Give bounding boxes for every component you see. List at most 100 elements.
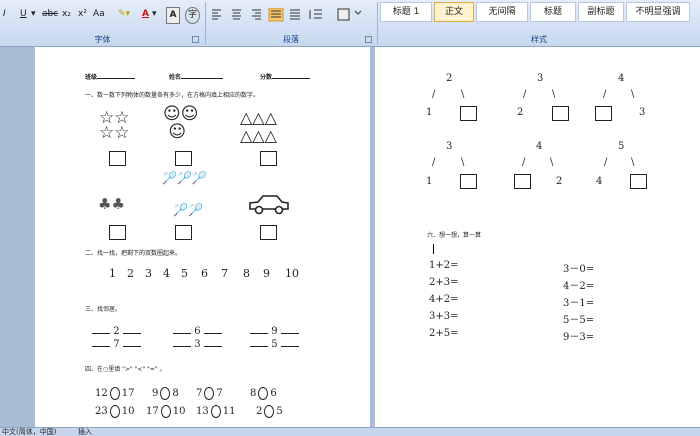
underline-dropdown[interactable]: ▾	[31, 7, 36, 22]
neighbor-blank: 3	[173, 339, 222, 350]
name-label: 姓名	[169, 72, 224, 81]
neighbor-blank: 2	[92, 326, 141, 337]
change-case-button[interactable]: Aa	[93, 7, 105, 22]
smiley-face-icons: ☺☺ ☺	[163, 104, 199, 142]
badminton-icons: 🏸🏸🏸	[162, 171, 207, 185]
compare-item: 86	[250, 387, 277, 400]
subscript-button[interactable]: x₂	[62, 7, 71, 22]
answer-box[interactable]	[109, 151, 126, 166]
tree-branch: \	[461, 89, 465, 100]
ribbon: I U ▾ abc x₂ x² Aa ✎▾ A ▾ A 字 字体 段落 标题 1…	[0, 0, 700, 47]
tree-branch: \	[461, 157, 465, 168]
font-group-label: 字体	[94, 35, 111, 44]
compare-item: 23 10	[95, 405, 135, 418]
badminton-icons: 🏸🏸	[173, 203, 203, 217]
equation-right: 3－1=	[563, 298, 595, 309]
tree-branch: /	[523, 89, 527, 100]
mushroom-icons: ♣♣	[98, 195, 125, 213]
equation-left: 4+2=	[429, 294, 459, 305]
answer-box[interactable]	[260, 225, 277, 240]
equation-right: 9－3=	[563, 332, 595, 343]
q2-number: 9	[263, 267, 270, 280]
answer-box[interactable]	[460, 174, 477, 189]
question-1-text: 一、数一数下列物体的数量各有多少，在方格内填上相应的数字。	[85, 92, 260, 99]
tree-top-number: 5	[618, 141, 625, 152]
underline-button[interactable]: U	[20, 7, 27, 22]
tree-branch: /	[432, 157, 436, 168]
equation-left: 3+3=	[429, 311, 459, 322]
score-label: 分数	[260, 72, 311, 81]
text-cursor	[433, 244, 434, 254]
neighbor-blank: 7	[92, 339, 141, 350]
answer-box[interactable]	[175, 151, 192, 166]
tree-branch: /	[522, 157, 526, 168]
style-subtle-emphasis[interactable]: 不明显强调	[626, 2, 690, 22]
equation-right: 4－2=	[563, 281, 595, 292]
tree-left-number: 4	[596, 176, 603, 187]
equation-right: 3－0=	[563, 264, 595, 275]
tree-left-number: 2	[517, 107, 524, 118]
equation-right: 5－5=	[563, 315, 595, 326]
styles-group: 标题 1 正文 无间隔 标题 副标题 不明显强调 样式	[378, 0, 700, 46]
q2-number: 3	[145, 267, 152, 280]
question-2-text: 二、找一找，把剩下的双数圈起来。	[85, 250, 182, 257]
q2-number: 2	[127, 267, 134, 280]
answer-box[interactable]	[514, 174, 531, 189]
highlight-pen-icon[interactable]: ✎▾	[118, 7, 130, 22]
style-no-spacing[interactable]: 无间隔	[476, 2, 528, 22]
tree-branch: \	[631, 157, 635, 168]
answer-box[interactable]	[109, 225, 126, 240]
document-page-left[interactable]: 班级 姓名 分数 一、数一数下列物体的数量各有多少，在方格内填上相应的数字。 ☆…	[35, 47, 370, 427]
tree-branch: /	[604, 157, 608, 168]
style-title[interactable]: 标题	[530, 2, 576, 22]
tree-top-number: 4	[618, 73, 625, 84]
question-4-text: 四、在○里填 ">" "<" "=" 。	[85, 366, 166, 373]
answer-box[interactable]	[175, 225, 192, 240]
tree-right-number: 3	[639, 107, 646, 118]
tree-top-number: 4	[536, 141, 543, 152]
font-dialog-launcher-icon[interactable]	[192, 36, 199, 43]
answer-box[interactable]	[552, 106, 569, 121]
compare-item: 25	[256, 405, 283, 418]
paragraph-align-icons[interactable]	[210, 8, 370, 22]
compare-item: 98	[152, 387, 179, 400]
answer-box[interactable]	[595, 106, 612, 121]
q2-number: 7	[221, 267, 228, 280]
tree-branch: \	[550, 157, 554, 168]
neighbor-blank: 6	[173, 326, 222, 337]
style-subtitle[interactable]: 副标题	[578, 2, 624, 22]
car-icon	[249, 195, 289, 215]
enclose-character-icon[interactable]: 字	[185, 7, 200, 24]
compare-item: 12 17	[95, 387, 135, 400]
answer-box[interactable]	[460, 106, 477, 121]
font-color-dropdown[interactable]: ▾	[152, 7, 157, 22]
question-6-text: 六、想一想，算一算	[427, 232, 482, 239]
q2-number: 4	[163, 267, 170, 280]
equation-left: 1+2=	[429, 260, 459, 271]
style-normal[interactable]: 正文	[434, 2, 474, 22]
q2-number: 1	[109, 267, 116, 280]
paragraph-dialog-launcher-icon[interactable]	[365, 36, 372, 43]
font-color-button[interactable]: A	[142, 7, 149, 22]
character-shading-button[interactable]: A	[166, 7, 180, 24]
tree-right-number: 2	[556, 176, 563, 187]
equation-left: 2+3=	[429, 277, 459, 288]
answer-box[interactable]	[630, 174, 647, 189]
compare-item: 17 10	[146, 405, 186, 418]
italic-button[interactable]: I	[3, 7, 6, 22]
tree-branch: /	[432, 89, 436, 100]
answer-box[interactable]	[260, 151, 277, 166]
superscript-button[interactable]: x²	[78, 7, 87, 22]
style-heading-1[interactable]: 标题 1	[380, 2, 432, 22]
document-page-right[interactable]: 2 / \ 1 3 / \ 2 4 / \ 3 3 / \ 1 4 / \ 2 …	[375, 47, 700, 427]
neighbor-blank: 9	[250, 326, 299, 337]
tree-top-number: 2	[446, 73, 453, 84]
strikethrough-button[interactable]: abc	[42, 7, 58, 22]
compare-item: 13 11	[196, 405, 236, 418]
styles-group-label: 样式	[531, 35, 547, 44]
star-icons: ☆☆ ☆☆	[99, 108, 130, 143]
compare-item: 77	[196, 387, 223, 400]
tree-top-number: 3	[446, 141, 453, 152]
tree-left-number: 1	[426, 107, 433, 118]
tree-top-number: 3	[537, 73, 544, 84]
